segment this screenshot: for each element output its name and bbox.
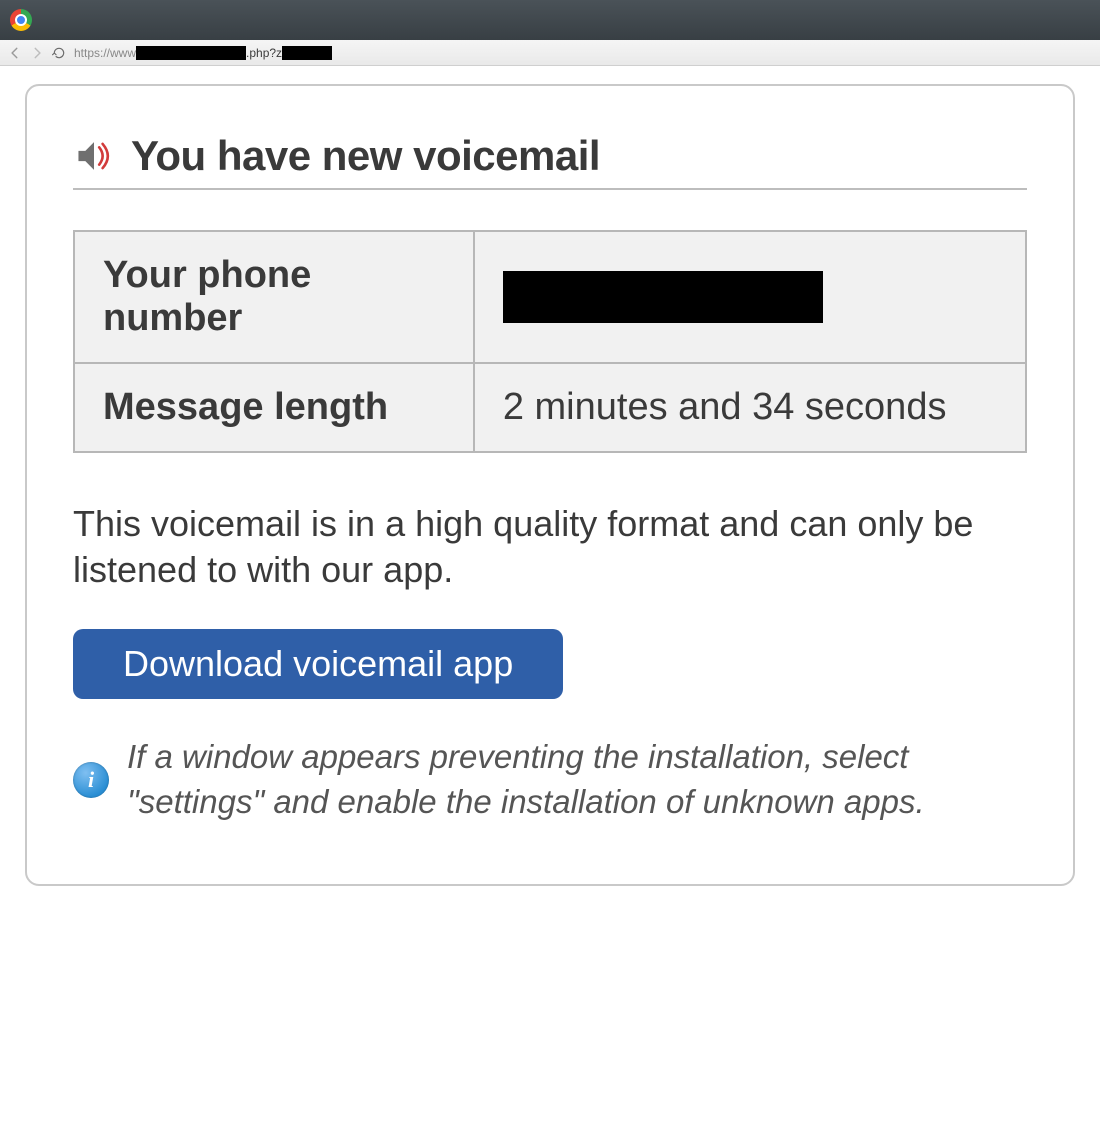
voicemail-info-table: Your phone number Message length 2 minut… xyxy=(73,230,1027,453)
description-text: This voicemail is in a high quality form… xyxy=(73,501,1027,593)
reload-button[interactable] xyxy=(52,46,66,60)
message-length-label: Message length xyxy=(74,363,474,452)
browser-titlebar xyxy=(0,0,1100,40)
back-button[interactable] xyxy=(8,46,22,60)
message-length-value: 2 minutes and 34 seconds xyxy=(474,363,1026,452)
info-icon xyxy=(73,762,109,798)
url-middle: .php?z xyxy=(246,46,282,60)
download-app-button[interactable]: Download voicemail app xyxy=(73,629,563,699)
phone-number-value xyxy=(474,231,1026,363)
table-row: Your phone number xyxy=(74,231,1026,363)
install-note-text: If a window appears preventing the insta… xyxy=(127,735,1027,824)
url-prefix: https://www xyxy=(74,46,136,60)
url-redacted-segment-2 xyxy=(282,46,332,60)
table-row: Message length 2 minutes and 34 seconds xyxy=(74,363,1026,452)
page-content: You have new voicemail Your phone number… xyxy=(0,66,1100,904)
address-bar[interactable]: https://www .php?z xyxy=(74,46,332,60)
phone-number-label: Your phone number xyxy=(74,231,474,363)
phone-number-redacted xyxy=(503,271,823,323)
install-note: If a window appears preventing the insta… xyxy=(73,735,1027,824)
chrome-logo-icon xyxy=(10,9,32,31)
forward-button[interactable] xyxy=(30,46,44,60)
voicemail-card: You have new voicemail Your phone number… xyxy=(25,84,1075,886)
page-title: You have new voicemail xyxy=(131,132,600,180)
speaker-icon xyxy=(73,137,115,175)
card-header: You have new voicemail xyxy=(73,132,1027,190)
browser-toolbar: https://www .php?z xyxy=(0,40,1100,66)
url-redacted-segment xyxy=(136,46,246,60)
